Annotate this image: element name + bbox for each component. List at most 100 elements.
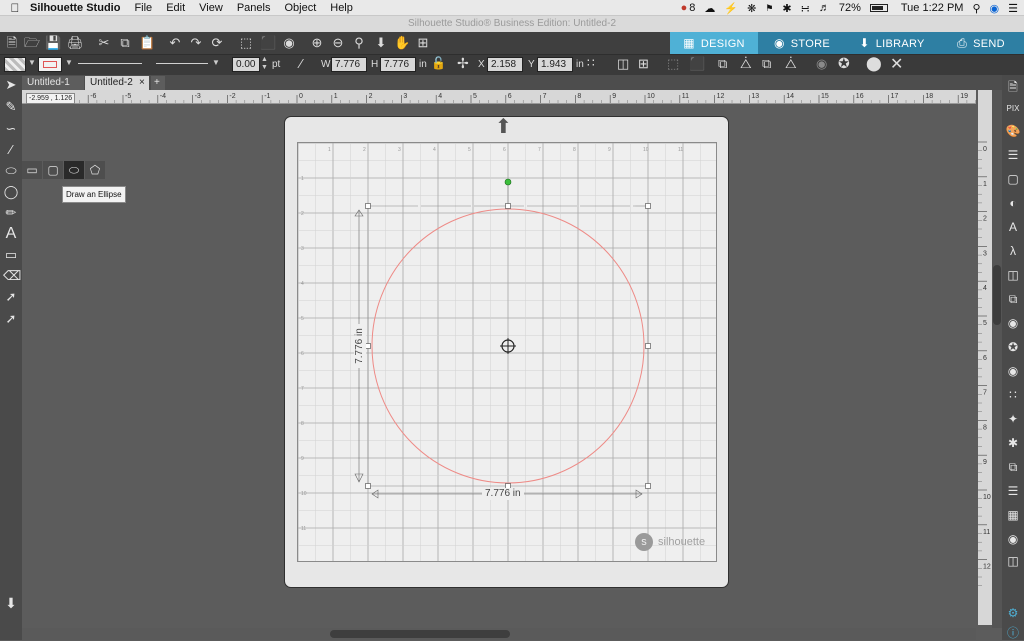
pan-hand-icon[interactable]: ✋: [394, 35, 410, 51]
select-all-icon[interactable]: ⬚: [238, 35, 254, 51]
line-panel-icon[interactable]: ☰: [1005, 147, 1021, 163]
point-edit-icon[interactable]: ✎: [3, 99, 19, 115]
app-name[interactable]: Silhouette Studio: [30, 2, 120, 14]
tab-store[interactable]: ◉ STORE: [758, 32, 846, 54]
page-setup-icon[interactable]: ▭: [3, 247, 19, 263]
ellipse-tool-icon[interactable]: ⬭: [3, 163, 19, 179]
rectangle-tool[interactable]: ▭: [22, 161, 42, 179]
weld-icon[interactable]: ◉: [816, 56, 827, 72]
wifi-icon[interactable]: ∺: [801, 2, 810, 15]
flag-icon[interactable]: ⚑: [765, 3, 773, 14]
handle-top-left[interactable]: [365, 203, 371, 209]
bolt-icon[interactable]: ⚡: [724, 2, 738, 15]
menu-file[interactable]: File: [134, 2, 152, 14]
new-file-icon[interactable]: 🗎: [4, 35, 20, 51]
handle-bottom-right[interactable]: [645, 483, 651, 489]
volume-icon[interactable]: ♬: [819, 2, 830, 14]
vertical-scrollbar[interactable]: [992, 90, 1002, 628]
sketch-icon[interactable]: ☰: [1005, 483, 1021, 499]
fit-to-page-icon[interactable]: ⬇: [373, 35, 389, 51]
lock-aspect-icon[interactable]: 🔓: [431, 56, 446, 70]
rotate-handle[interactable]: [504, 178, 512, 186]
close-tab-icon[interactable]: ×: [139, 76, 145, 90]
bring-forward-icon[interactable]: ⧉: [762, 56, 771, 72]
height-field[interactable]: 7.776: [380, 57, 416, 72]
horizontal-scroll-thumb[interactable]: [330, 630, 510, 638]
close-panel-icon[interactable]: ✕: [890, 54, 903, 74]
layers-icon[interactable]: ⧉: [1005, 459, 1021, 475]
designer-icon[interactable]: ◫: [1005, 553, 1021, 569]
zoom-out-icon[interactable]: ⊖: [330, 35, 346, 51]
line-tool-left-icon[interactable]: ∕: [3, 142, 19, 158]
zoom-in-icon[interactable]: ⊕: [309, 35, 325, 51]
modify-icon[interactable]: ◉: [1005, 315, 1021, 331]
tab-send[interactable]: ⎙ SEND: [938, 32, 1024, 54]
line-width-stepper-icon[interactable]: ▲ ▼: [261, 56, 268, 72]
group-icon[interactable]: ⬚: [667, 56, 679, 72]
send-backward-icon[interactable]: ⧊: [785, 56, 797, 72]
line-width-field[interactable]: 0.00: [232, 57, 260, 72]
text-tool-icon[interactable]: A: [3, 226, 19, 242]
handle-top-middle[interactable]: [505, 203, 511, 209]
ellipse-tool[interactable]: ⬭: [64, 161, 84, 179]
page-panel-icon[interactable]: 🗎: [1005, 79, 1021, 95]
stroke-swatch[interactable]: [38, 57, 62, 72]
handle-bottom-left[interactable]: [365, 483, 371, 489]
align-panel-icon[interactable]: ◫: [1005, 267, 1021, 283]
align-icon[interactable]: ◫: [617, 56, 629, 72]
print-icon[interactable]: 🖨: [67, 35, 84, 51]
select-by-color-icon[interactable]: ◉: [281, 35, 297, 51]
freehand-icon[interactable]: ✏: [3, 205, 19, 221]
nesting-icon[interactable]: ∷: [1005, 387, 1021, 403]
apple-icon[interactable]: : [0, 1, 30, 15]
user-icon[interactable]: ●: [681, 2, 688, 14]
fill-swatch[interactable]: [4, 57, 26, 72]
replicate-icon[interactable]: ⧉: [1005, 291, 1021, 307]
line-end-dropdown-icon[interactable]: ▼: [212, 58, 220, 67]
3d-box-icon[interactable]: ⬤: [866, 55, 882, 72]
eraser-icon[interactable]: ⌫: [3, 268, 21, 284]
anchor-grid-icon[interactable]: ∷: [587, 56, 595, 70]
rhinestone-icon[interactable]: ✦: [1005, 411, 1021, 427]
battery-icon[interactable]: [869, 4, 888, 12]
offset-star-icon[interactable]: ✪: [838, 55, 850, 72]
import-icon[interactable]: ⬇: [3, 595, 19, 611]
fill-dropdown-icon[interactable]: ▼: [28, 58, 36, 67]
stroke-dropdown-icon[interactable]: ▼: [65, 58, 73, 67]
redraw-icon[interactable]: ⟳: [209, 35, 225, 51]
line-end-select[interactable]: [156, 63, 208, 64]
handle-middle-left[interactable]: [365, 343, 371, 349]
cut-icon[interactable]: ✂: [96, 35, 112, 51]
send-to-back-icon[interactable]: ⧊: [740, 56, 752, 72]
move-arrows-icon[interactable]: ✢: [457, 55, 469, 72]
knife-icon[interactable]: ➚: [3, 289, 19, 305]
tab-untitled-2[interactable]: Untitled-2 ×: [85, 76, 149, 90]
eyedropper-icon[interactable]: ➚: [3, 311, 19, 327]
handle-middle-right[interactable]: [645, 343, 651, 349]
library-panel-icon[interactable]: ▦: [1005, 507, 1021, 523]
menu-help[interactable]: Help: [330, 2, 353, 14]
x-position-field[interactable]: 2.158: [487, 57, 523, 72]
move-icon[interactable]: ⊞: [415, 35, 431, 51]
line-style-select[interactable]: [78, 63, 142, 64]
notification-center-icon[interactable]: ☰: [1008, 2, 1018, 15]
undo-icon[interactable]: ↶: [167, 35, 183, 51]
handle-top-right[interactable]: [645, 203, 651, 209]
copy-icon[interactable]: ⧉: [117, 35, 133, 51]
globe-icon[interactable]: ◉: [1005, 531, 1021, 547]
paste-icon[interactable]: 📋: [139, 35, 155, 51]
bring-to-front-icon[interactable]: ⧉: [718, 56, 727, 72]
open-folder-icon[interactable]: 🗁: [24, 35, 40, 51]
deselect-icon[interactable]: ⬛: [260, 35, 276, 51]
polygon-tool-icon[interactable]: ◯: [3, 184, 19, 200]
menu-panels[interactable]: Panels: [237, 2, 271, 14]
menu-view[interactable]: View: [199, 2, 223, 14]
select-arrow-icon[interactable]: ➤: [3, 77, 19, 93]
text-style-icon[interactable]: λ: [1005, 243, 1021, 259]
line-tool-icon[interactable]: ∕: [300, 56, 302, 71]
tab-untitled-1[interactable]: Untitled-1: [22, 76, 84, 90]
polygon-tool[interactable]: ⬠: [85, 161, 105, 179]
redo-icon[interactable]: ↷: [188, 35, 204, 51]
center-to-page-icon[interactable]: ⊞: [638, 56, 649, 72]
help-icon[interactable]: ⓘ: [1005, 625, 1021, 641]
